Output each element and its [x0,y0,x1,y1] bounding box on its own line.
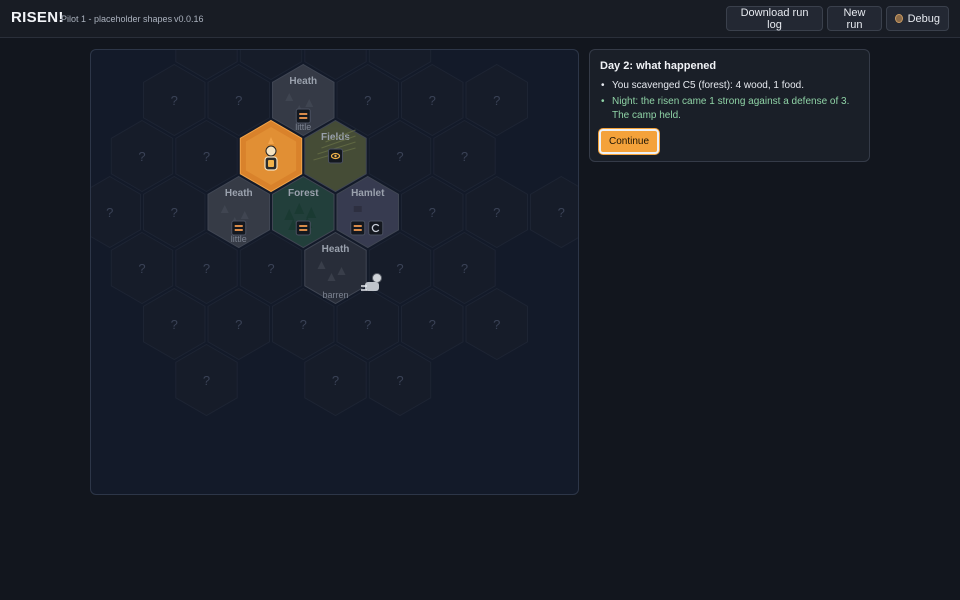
tile-name: Heath [225,188,253,199]
unknown-marker: ? [203,373,210,388]
tile-name: Hamlet [351,188,385,199]
hex-tile-hamlet[interactable]: Hamlet [336,175,399,249]
unknown-marker: ? [396,261,403,276]
hex-map-panel: ????????????HeathlittleFields????Heathli… [90,49,579,495]
unknown-marker: ? [493,93,500,108]
hex-tile-heath-dark[interactable]: Heath barren [304,231,367,305]
new-run-button[interactable]: New run [827,6,882,31]
event-log: You scavenged C5 (forest): 4 wood, 1 foo… [600,79,860,125]
unknown-marker: ? [203,149,210,164]
day-report-title: Day 2: what happened [600,60,717,72]
unknown-marker: ? [106,205,113,220]
unexplored-hex[interactable]: ? [368,119,432,193]
unexplored-hex[interactable]: ? [239,231,303,305]
debug-label: Debug [907,12,940,25]
unknown-marker: ? [332,50,339,52]
unknown-marker: ? [300,317,307,332]
unknown-marker: ? [558,205,565,220]
bug-icon [895,14,903,23]
unknown-marker: ? [171,317,178,332]
hex-tile-heath[interactable]: Heath little [207,175,270,249]
unknown-marker: ? [493,317,500,332]
unknown-marker: ? [429,205,436,220]
unexplored-hex[interactable]: ? [336,63,399,137]
stock-icon [295,220,311,236]
unexplored-hex[interactable]: ? [368,231,432,305]
unexplored-hex[interactable]: ? [110,119,174,193]
unknown-marker: ? [171,93,178,108]
unexplored-hex[interactable]: ? [143,175,206,249]
continue-button[interactable]: Continue [599,129,659,154]
debug-button[interactable]: Debug [886,6,949,31]
unexplored-hex[interactable]: ? [175,231,238,305]
unexplored-hex[interactable]: ? [207,63,270,137]
unknown-marker: ? [203,50,210,52]
unexplored-hex[interactable]: ? [143,287,206,361]
stock-icon [231,220,247,236]
stock-icon [295,108,311,124]
unknown-marker: ? [364,93,371,108]
unexplored-hex[interactable]: ? [433,119,496,193]
survivor-icon [265,145,277,157]
event-log-entry: You scavenged C5 (forest): 4 wood, 1 foo… [600,79,860,93]
tile-note: barren [322,290,348,300]
unexplored-hex[interactable]: ? [143,63,206,137]
download-run-log-button[interactable]: Download run log [726,6,823,31]
unknown-marker: ? [203,261,210,276]
unknown-marker: ? [235,93,242,108]
tile-note: little [295,122,311,132]
unknown-marker: ? [461,261,468,276]
unknown-marker: ? [461,149,468,164]
app-title: RISEN! [11,9,64,26]
tile-name: Forest [288,188,319,199]
unexplored-hex[interactable]: ? [110,231,174,305]
unexplored-hex[interactable]: ? [175,343,238,417]
version-label: v0.0.16 [174,14,204,24]
unknown-marker: ? [429,93,436,108]
unexplored-hex[interactable]: ? [465,175,528,249]
unexplored-hex[interactable]: ? [401,175,464,249]
unknown-marker: ? [171,205,178,220]
tile-note: little [231,234,247,244]
unknown-marker: ? [396,373,403,388]
unknown-marker: ? [138,149,145,164]
unexplored-hex[interactable]: ? [304,343,367,417]
hex-tile-forest[interactable]: Forest [272,175,335,249]
unexplored-hex[interactable]: ? [368,343,432,417]
unexplored-hex[interactable]: ? [175,119,238,193]
unexplored-hex[interactable]: ? [91,175,141,249]
unknown-marker: ? [267,50,274,52]
unexplored-hex[interactable]: ? [530,175,580,249]
unexplored-hex[interactable]: ? [465,63,528,137]
unknown-marker: ? [267,261,274,276]
unknown-marker: ? [396,149,403,164]
unknown-marker: ? [332,373,339,388]
tile-name: Heath [289,76,317,87]
unexplored-hex[interactable]: ? [401,63,464,137]
tile-name: Heath [322,244,350,255]
unknown-marker: ? [138,261,145,276]
unexplored-hex[interactable]: ? [401,287,464,361]
hex-tile-fields[interactable]: Fields [304,119,367,193]
unknown-marker: ? [396,50,403,52]
unexplored-hex[interactable]: ? [433,231,496,305]
top-bar: RISEN! Pilot 1 - placeholder shapes v0.0… [0,0,960,38]
event-log-entry: Night: the risen came 1 strong against a… [600,95,860,123]
hex-tile-heath[interactable]: Heath little [272,63,335,137]
app-subtitle: Pilot 1 - placeholder shapes [61,14,173,24]
stock-icon [350,220,366,236]
unknown-marker: ? [364,317,371,332]
unknown-marker: ? [429,317,436,332]
unknown-marker: ? [235,317,242,332]
hex-map: ????????????HeathlittleFields????Heathli… [91,50,580,417]
unexplored-hex[interactable]: ? [465,287,528,361]
swirl-icon [368,220,384,236]
unexplored-hex[interactable]: ? [207,287,270,361]
unknown-marker: ? [493,205,500,220]
camp-hex[interactable] [239,119,303,193]
